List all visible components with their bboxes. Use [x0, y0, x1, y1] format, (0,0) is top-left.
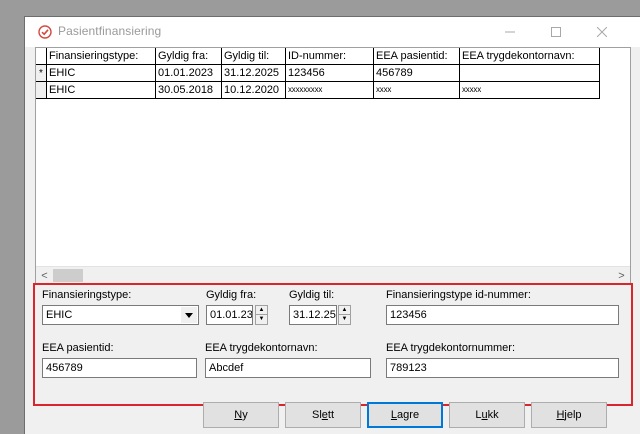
- eea-trygdekontornavn-label: EEA trygdekontornavn:: [205, 342, 318, 354]
- patient-financing-window: Pasientfinansiering Finansieringstype: G…: [24, 16, 640, 434]
- gyldig-fra-spinner[interactable]: ▲ ▼: [255, 305, 268, 325]
- finansieringstype-label: Finansieringstype:: [42, 289, 132, 301]
- gyldig-fra-label: Gyldig fra:: [206, 289, 257, 301]
- eea-trygdekontornummer-value: 789123: [390, 362, 427, 374]
- cell-eea-pasientid[interactable]: xxxx: [374, 82, 460, 99]
- column-header-gyldig-til[interactable]: Gyldig til:: [222, 48, 286, 65]
- column-header-gyldig-fra[interactable]: Gyldig fra:: [156, 48, 222, 65]
- maximize-icon: [551, 27, 561, 37]
- table-row[interactable]: * EHIC 01.01.2023 31.12.2025 123456 4567…: [36, 65, 600, 82]
- grid-corner: [36, 48, 47, 65]
- gyldig-til-value: 31.12.25: [293, 309, 336, 321]
- cell-finansieringstype[interactable]: EHIC: [47, 65, 156, 82]
- cell-gyldig-til[interactable]: 10.12.2020: [222, 82, 286, 99]
- close-icon: [597, 27, 607, 37]
- cell-gyldig-til[interactable]: 31.12.2025: [222, 65, 286, 82]
- lukk-label: kk: [487, 409, 499, 421]
- eea-trygdekontornavn-value: Abcdef: [209, 362, 244, 374]
- eea-trygdekontornavn-input[interactable]: Abcdef: [205, 358, 371, 378]
- row-marker[interactable]: *: [36, 65, 47, 82]
- spin-down-icon[interactable]: ▼: [256, 315, 267, 324]
- eea-trygdekontornummer-input[interactable]: 789123: [386, 358, 619, 378]
- horizontal-scrollbar[interactable]: < >: [36, 266, 630, 283]
- eea-trygdekontornummer-label: EEA trygdekontornummer:: [386, 342, 516, 354]
- cell-gyldig-fra[interactable]: 30.05.2018: [156, 82, 222, 99]
- id-nummer-input[interactable]: 123456: [386, 305, 619, 325]
- cell-id-nummer[interactable]: xxxxxxxxx: [286, 82, 374, 99]
- table-row[interactable]: EHIC 30.05.2018 10.12.2020 xxxxxxxxx xxx…: [36, 82, 600, 99]
- scroll-left-button[interactable]: <: [36, 267, 53, 283]
- column-header-eea-pasientid[interactable]: EEA pasientid:: [374, 48, 460, 65]
- scrollbar-thumb[interactable]: [53, 269, 83, 282]
- ny-access-key: N: [234, 409, 243, 421]
- lagre-button[interactable]: Lagre: [367, 402, 443, 428]
- cell-id-nummer[interactable]: 123456: [286, 65, 374, 82]
- app-icon: [38, 25, 52, 39]
- hjelp-button[interactable]: Hjelp: [531, 402, 607, 428]
- lukk-button[interactable]: Lu kk: [449, 402, 525, 428]
- id-nummer-label: Finansieringstype id-nummer:: [386, 289, 531, 301]
- dropdown-button[interactable]: [181, 307, 197, 323]
- scroll-right-button[interactable]: >: [613, 267, 630, 283]
- slett-label: tt: [327, 409, 335, 421]
- cell-finansieringstype[interactable]: EHIC: [47, 82, 156, 99]
- gyldig-fra-value: 01.01.23: [210, 309, 253, 321]
- spin-up-icon[interactable]: ▲: [256, 306, 267, 315]
- chevron-left-icon: <: [41, 269, 48, 282]
- column-header-eea-trygdekontornavn[interactable]: EEA trygdekontornavn:: [460, 48, 600, 65]
- chevron-right-icon: >: [618, 269, 625, 282]
- cell-gyldig-fra[interactable]: 01.01.2023: [156, 65, 222, 82]
- gyldig-til-field[interactable]: 31.12.25: [289, 305, 337, 325]
- eea-pasientid-label: EEA pasientid:: [42, 342, 114, 354]
- ny-label: y: [242, 409, 248, 421]
- minimize-icon: [505, 31, 515, 33]
- cell-eea-pasientid[interactable]: 456789: [374, 65, 460, 82]
- cell-eea-trygdekontornavn[interactable]: xxxxx: [460, 82, 600, 99]
- id-nummer-value: 123456: [390, 309, 427, 321]
- cell-eea-trygdekontornavn[interactable]: [460, 65, 600, 82]
- minimize-button[interactable]: [487, 17, 533, 47]
- eea-pasientid-input[interactable]: 456789: [42, 358, 197, 378]
- column-header-finansieringstype[interactable]: Finansieringstype:: [47, 48, 156, 65]
- lagre-label: agre: [397, 409, 420, 421]
- maximize-button[interactable]: [533, 17, 579, 47]
- window-title: Pasientfinansiering: [58, 24, 162, 38]
- gyldig-til-label: Gyldig til:: [289, 289, 335, 301]
- ny-button[interactable]: Ny: [203, 402, 279, 428]
- spin-down-icon[interactable]: ▼: [339, 315, 350, 324]
- close-button[interactable]: [579, 17, 625, 47]
- slett-label-pre: Sl: [311, 409, 322, 421]
- spin-up-icon[interactable]: ▲: [339, 306, 350, 315]
- chevron-down-icon: [185, 312, 193, 318]
- slett-button[interactable]: Sl e tt: [285, 402, 361, 428]
- finansieringstype-select[interactable]: EHIC: [42, 305, 199, 325]
- eea-pasientid-value: 456789: [46, 362, 83, 374]
- gyldig-til-spinner[interactable]: ▲ ▼: [338, 305, 351, 325]
- finansieringstype-value: EHIC: [46, 309, 73, 321]
- financing-grid[interactable]: Finansieringstype: Gyldig fra: Gyldig ti…: [35, 47, 631, 284]
- column-header-id-nummer[interactable]: ID-nummer:: [286, 48, 374, 65]
- hjelp-label: jelp: [564, 409, 582, 421]
- details-form: Finansieringstype: EHIC Gyldig fra: 01.0…: [25, 285, 640, 401]
- row-marker[interactable]: [36, 82, 47, 99]
- title-bar[interactable]: Pasientfinansiering: [25, 17, 640, 47]
- gyldig-fra-field[interactable]: 01.01.23: [206, 305, 253, 325]
- grid-header: Finansieringstype: Gyldig fra: Gyldig ti…: [36, 48, 600, 65]
